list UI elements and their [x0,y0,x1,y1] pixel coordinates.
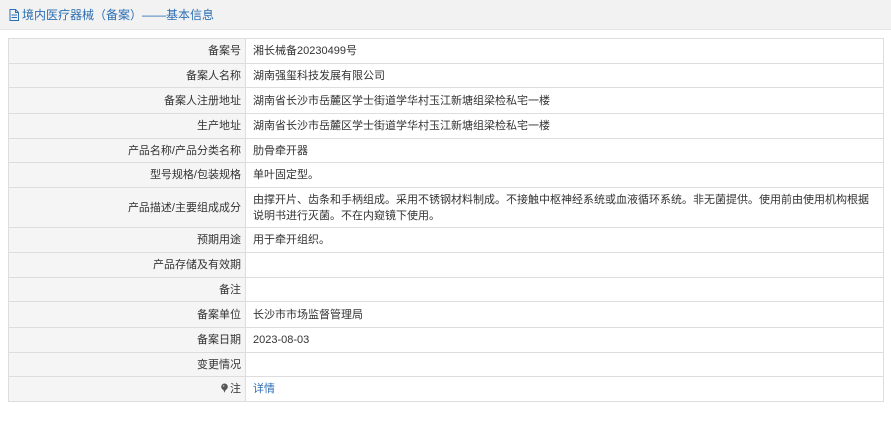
row-value: 2023-08-03 [245,327,884,353]
table-row: 产品名称/产品分类名称 肋骨牵开器 [8,138,884,163]
table-row: 备案日期 2023-08-03 [8,327,884,353]
row-label: 变更情况 [8,352,246,377]
row-label: 预期用途 [8,227,246,253]
row-label: 产品存储及有效期 [8,252,246,278]
table-row: 产品描述/主要组成成分 由撑开片、齿条和手柄组成。采用不锈钢材料制成。不接触中枢… [8,187,884,228]
table-row: 备案人名称 湖南强玺科技发展有限公司 [8,63,884,88]
row-value: 单叶固定型。 [245,162,884,188]
table-row: 生产地址 湖南省长沙市岳麓区学士街道学华村玉江新塘组梁检私宅一楼 [8,113,884,139]
row-label: 备案日期 [8,327,246,353]
row-label: 备注 [8,277,246,302]
row-value: 湘长械备20230499号 [245,38,884,64]
row-value: 湖南省长沙市岳麓区学士街道学华村玉江新塘组梁检私宅一楼 [245,113,884,139]
row-label: 备案单位 [8,301,246,328]
row-value [245,352,884,377]
row-value [245,252,884,278]
table-row: 备案号 湘长械备20230499号 [8,38,884,64]
detail-table: 备案号 湘长械备20230499号 备案人名称 湖南强玺科技发展有限公司 备案人… [8,38,884,402]
table-row: 预期用途 用于牵开组织。 [8,227,884,253]
row-value: 湖南强玺科技发展有限公司 [245,63,884,88]
row-label: 产品名称/产品分类名称 [8,138,246,163]
row-value: 湖南省长沙市岳麓区学士街道学华村玉江新塘组梁检私宅一楼 [245,87,884,114]
page-title: 境内医疗器械（备案）——基本信息 [22,8,215,22]
table-row: 备案人注册地址 湖南省长沙市岳麓区学士街道学华村玉江新塘组梁检私宅一楼 [8,87,884,114]
row-label: 备案人名称 [8,63,246,88]
row-value: 长沙市市场监督管理局 [245,301,884,328]
table-row: 变更情况 [8,352,884,377]
row-label: 型号规格/包装规格 [8,162,246,188]
table-row: 备案单位 长沙市市场监督管理局 [8,301,884,328]
row-label: 产品描述/主要组成成分 [8,187,246,228]
table-row: 备注 [8,277,884,302]
page-title-bar: 境内医疗器械（备案）——基本信息 [0,0,891,30]
row-value: 用于牵开组织。 [245,227,884,253]
row-label: 备案号 [8,38,246,64]
pin-icon [220,382,229,393]
note-label: 注 [8,376,246,402]
table-row: 型号规格/包装规格 单叶固定型。 [8,162,884,188]
row-value: 详情 [245,376,884,402]
table-row: 产品存储及有效期 [8,252,884,278]
row-value: 肋骨牵开器 [245,138,884,163]
details-link[interactable]: 详情 [253,383,275,395]
row-label: 注 [230,383,241,395]
document-icon [9,8,19,21]
row-label: 生产地址 [8,113,246,139]
row-value: 由撑开片、齿条和手柄组成。采用不锈钢材料制成。不接触中枢神经系统或血液循环系统。… [245,187,884,228]
row-value [245,277,884,302]
row-label: 备案人注册地址 [8,87,246,114]
table-row: 注 详情 [8,376,884,402]
